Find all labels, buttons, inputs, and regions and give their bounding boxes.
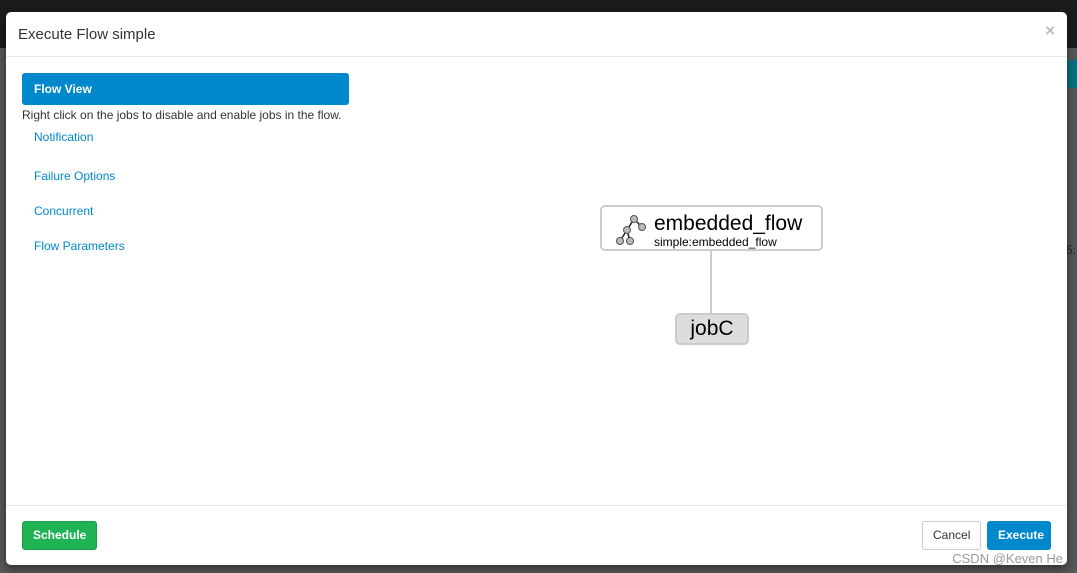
schedule-button[interactable]: Schedule xyxy=(22,521,98,550)
flow-view-hint: Right click on the jobs to disable and e… xyxy=(22,108,342,122)
flow-tree-icon xyxy=(616,215,646,245)
flow-node-name: embedded_flow xyxy=(654,212,803,235)
options-nav: Flow View Right click on the jobs to dis… xyxy=(22,73,349,262)
job-node-jobc[interactable]: jobC xyxy=(675,313,749,345)
nav-notification[interactable]: Notification xyxy=(22,122,349,157)
background-text: 5: xyxy=(1066,243,1077,257)
modal-footer: Schedule Cancel Execute xyxy=(6,505,1067,565)
modal-title: Execute Flow simple xyxy=(18,26,156,43)
nav-flow-view[interactable]: Flow View xyxy=(22,73,349,105)
graph-edge xyxy=(710,251,712,313)
flow-node-embedded-flow[interactable]: embedded_flow simple:embedded_flow xyxy=(600,205,823,251)
nav-concurrent[interactable]: Concurrent xyxy=(22,192,349,227)
close-icon[interactable]: × xyxy=(1045,21,1055,41)
nav-failure-options[interactable]: Failure Options xyxy=(22,157,349,192)
watermark: CSDN @Keven He xyxy=(952,551,1063,566)
background-button xyxy=(1067,60,1077,88)
cancel-button[interactable]: Cancel xyxy=(922,521,982,550)
modal-header: Execute Flow simple × xyxy=(6,12,1067,57)
flow-node-subtitle: simple:embedded_flow xyxy=(654,235,777,249)
execute-button[interactable]: Execute xyxy=(987,521,1051,550)
execute-flow-modal: Execute Flow simple × Flow View Right cl… xyxy=(6,12,1067,565)
nav-flow-parameters[interactable]: Flow Parameters xyxy=(22,227,349,262)
